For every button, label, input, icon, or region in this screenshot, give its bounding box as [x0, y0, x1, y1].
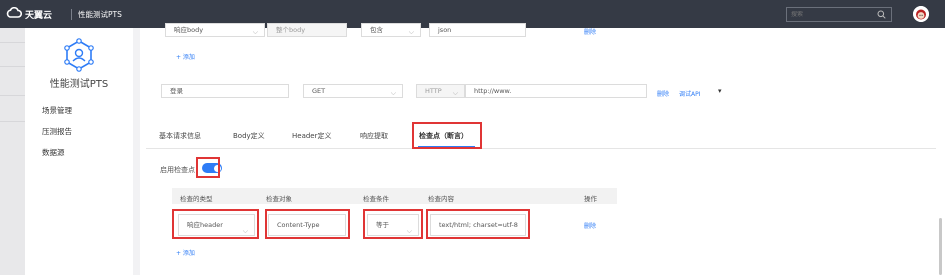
delete-request-link[interactable]: 删除	[657, 89, 669, 98]
sidebar-item-scene-management[interactable]: 场景管理	[42, 105, 72, 116]
sidebar-item-data-source[interactable]: 数据源	[42, 147, 65, 158]
check-object-placeholder: 整个body	[276, 26, 306, 34]
tab-basic-request[interactable]: 基本请求信息	[159, 131, 201, 141]
column-header-check-content: 检查内容	[428, 195, 454, 203]
url-input[interactable]: http://www.	[465, 84, 647, 98]
chevron-down-icon: ⌵	[452, 89, 458, 97]
tab-body-definition[interactable]: Body定义	[233, 131, 265, 141]
column-header-actions: 操作	[584, 195, 597, 203]
check-object-input[interactable]: 整个body	[267, 23, 347, 37]
checkpoint-table-header: 检查的类型 检查对象 检查条件 检查内容 操作	[172, 188, 617, 204]
check-condition-select[interactable]: 包含 ⌵	[361, 23, 421, 37]
search-input[interactable]	[791, 11, 877, 18]
chevron-down-icon: ⌵	[390, 89, 396, 97]
delete-link[interactable]: 删除	[584, 27, 596, 36]
rail-divider	[0, 95, 25, 96]
check-type-select[interactable]: 响应body ⌵	[165, 23, 265, 37]
search-box[interactable]	[786, 7, 892, 22]
product-name[interactable]: 性能测试PTS	[78, 9, 122, 20]
check-content-value: json	[438, 26, 452, 34]
column-header-check-condition: 检查条件	[363, 195, 389, 203]
sidebar-item-test-reports[interactable]: 压测报告	[42, 126, 72, 137]
tab-header-definition[interactable]: Header定义	[292, 131, 332, 141]
chevron-down-icon: ⌵	[252, 28, 258, 36]
topbar-divider	[71, 9, 72, 20]
debug-api-link[interactable]: 调试API	[679, 89, 701, 98]
tab-response-extraction[interactable]: 响应提取	[360, 131, 388, 141]
method-select[interactable]: GET ⌵	[303, 84, 403, 98]
chevron-down-icon: ⌵	[408, 28, 414, 36]
request-name-input[interactable]: 登录	[161, 84, 289, 98]
rail-divider	[0, 66, 25, 67]
delete-row-link[interactable]: 删除	[584, 221, 596, 230]
protocol-value: HTTP	[425, 87, 442, 95]
method-value: GET	[312, 87, 326, 95]
rail-divider	[0, 121, 25, 122]
column-header-check-type: 检查的类型	[180, 195, 213, 203]
highlight-box-object	[265, 209, 350, 239]
main-panel: 响应body ⌵ 整个body 包含 ⌵ json 删除 + 添加 登录 GET…	[140, 23, 945, 275]
check-type-value: 响应body	[174, 26, 204, 34]
column-header-check-object: 检查对象	[266, 195, 292, 203]
add-link[interactable]: + 添加	[176, 52, 195, 61]
protocol-select: HTTP ⌵	[416, 84, 465, 98]
highlight-box-content	[426, 209, 530, 239]
highlight-box-type	[172, 209, 259, 239]
left-rail	[0, 28, 25, 275]
request-more-caret[interactable]: ▾	[718, 87, 722, 95]
add-checkpoint-link[interactable]: + 添加	[176, 248, 195, 257]
highlight-box-condition	[363, 209, 423, 239]
tabs-divider	[146, 148, 936, 149]
search-icon[interactable]	[877, 10, 886, 21]
sidebar-title: 性能测试PTS	[49, 79, 109, 90]
check-condition-value: 包含	[370, 26, 383, 34]
avatar[interactable]	[913, 6, 929, 22]
brand-name: 天翼云	[25, 10, 53, 21]
highlight-box-tab	[412, 122, 482, 149]
check-content-input[interactable]: json	[429, 23, 526, 37]
rail-divider	[0, 42, 25, 43]
pts-product-icon	[62, 38, 96, 74]
request-name-value: 登录	[170, 87, 183, 95]
vertical-scrollbar[interactable]	[939, 218, 942, 275]
cloud-icon	[6, 6, 22, 21]
enable-checkpoint-label: 启用检查点	[160, 166, 195, 174]
sidebar: 性能测试PTS 场景管理 压测报告 数据源	[25, 28, 133, 275]
highlight-box-toggle	[196, 157, 220, 178]
brand-logo[interactable]: 天翼云	[6, 6, 53, 21]
url-value: http://www.	[474, 87, 512, 95]
